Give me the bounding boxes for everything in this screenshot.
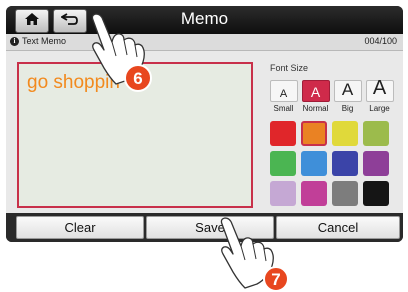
color-swatch[interactable] [301, 181, 327, 206]
color-swatch[interactable] [332, 181, 358, 206]
memo-editor-area: go shoppin Font Size A Small A Normal A … [6, 51, 403, 213]
memo-counter: 004/100 [364, 36, 397, 46]
memo-screen: Memo i Text Memo 004/100 go shoppin Font… [6, 6, 403, 242]
color-swatch[interactable] [332, 121, 358, 146]
color-swatch[interactable] [270, 151, 296, 176]
memo-type-label: Text Memo [22, 36, 67, 46]
font-size-glyph: A [310, 84, 321, 100]
color-swatch[interactable] [332, 151, 358, 176]
color-swatch[interactable] [363, 181, 389, 206]
action-bar: Clear Save Cancel [6, 213, 403, 242]
color-swatch[interactable] [270, 121, 296, 146]
font-size-glyph: A [341, 80, 354, 99]
font-size-caption: Normal [302, 104, 329, 113]
color-swatch[interactable] [270, 181, 296, 206]
save-button[interactable]: Save [146, 216, 274, 239]
color-palette [270, 121, 389, 206]
font-size-small-button[interactable]: A [269, 80, 298, 102]
callout-7-number: 7 [271, 270, 280, 289]
memo-info-bar: i Text Memo 004/100 [6, 34, 403, 51]
color-swatch[interactable] [301, 151, 327, 176]
callout-7-badge: 7 [263, 266, 289, 292]
font-size-big-button[interactable]: A [333, 80, 362, 102]
font-size-large-button[interactable]: A [365, 77, 394, 102]
font-size-glyph: A [372, 77, 387, 99]
font-size-caption: Large [369, 104, 390, 113]
font-size-options: A Small A Normal A Big A Large [269, 77, 394, 113]
memo-text-field[interactable]: go shoppin [17, 62, 253, 208]
color-swatch[interactable] [301, 121, 327, 146]
color-swatch[interactable] [363, 151, 389, 176]
font-size-label: Font Size [270, 63, 309, 73]
cancel-button[interactable]: Cancel [276, 216, 400, 239]
clear-button[interactable]: Clear [16, 216, 144, 239]
font-size-caption: Small [273, 104, 294, 113]
info-icon: i [10, 36, 19, 46]
font-size-normal-button[interactable]: A [301, 80, 330, 102]
title-bar: Memo [6, 6, 403, 34]
font-size-glyph: A [279, 88, 288, 100]
memo-text: go shoppin [27, 72, 120, 93]
color-swatch[interactable] [363, 121, 389, 146]
font-size-caption: Big [341, 104, 354, 113]
page-title: Memo [180, 9, 229, 28]
